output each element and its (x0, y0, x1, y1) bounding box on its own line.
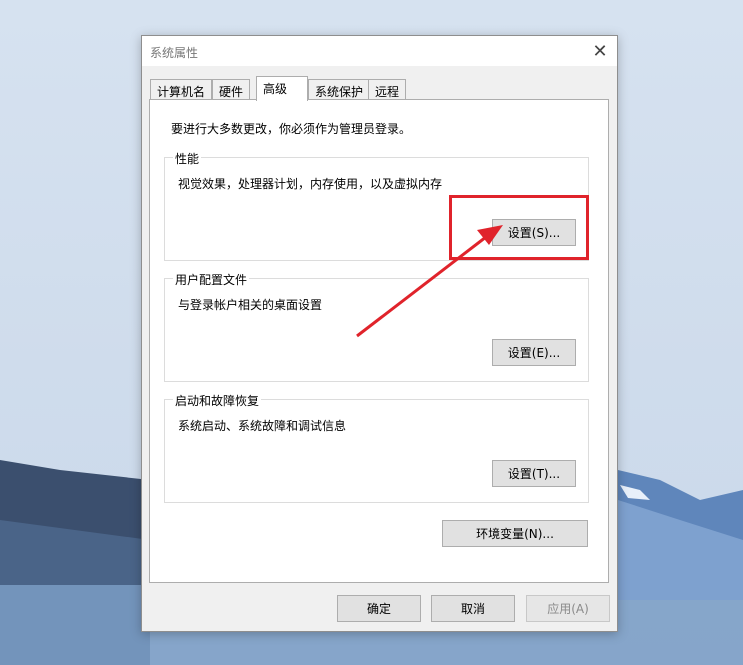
tab-hardware[interactable]: 硬件 (212, 79, 251, 99)
tab-remote[interactable]: 远程 (368, 79, 407, 99)
user-profiles-settings-button[interactable]: 设置(E)... (492, 339, 576, 366)
admin-note: 要进行大多数更改，你必须作为管理员登录。 (171, 122, 412, 136)
startup-recovery-settings-button[interactable]: 设置(T)... (492, 460, 576, 487)
window-title: 系统属性 (150, 46, 199, 60)
annotation-highlight-box (449, 195, 589, 260)
user-profiles-description: 与登录帐户相关的桌面设置 (178, 298, 323, 312)
performance-description: 视觉效果，处理器计划，内存使用，以及虚拟内存 (178, 177, 443, 191)
tab-advanced[interactable]: 高级 (256, 76, 308, 101)
close-icon[interactable]: ✕ (583, 36, 617, 66)
apply-button[interactable]: 应用(A) (526, 595, 610, 622)
tab-computer-name[interactable]: 计算机名 (150, 79, 213, 99)
title-bar: 系统属性 ✕ (142, 36, 617, 66)
tab-system-protection[interactable]: 系统保护 (308, 79, 371, 99)
system-properties-dialog: 系统属性 ✕ 计算机名 硬件 高级 系统保护 远程 要进行大多数更改，你必须作为… (141, 35, 618, 632)
startup-recovery-group: 启动和故障恢复 系统启动、系统故障和调试信息 设置(T)... (164, 392, 589, 503)
startup-recovery-group-title: 启动和故障恢复 (173, 392, 262, 409)
advanced-tab-panel: 要进行大多数更改，你必须作为管理员登录。 性能 视觉效果，处理器计划，内存使用，… (149, 99, 609, 583)
cancel-button[interactable]: 取消 (431, 595, 515, 622)
performance-group-title: 性能 (173, 150, 202, 167)
environment-variables-button[interactable]: 环境变量(N)... (442, 520, 588, 547)
startup-recovery-description: 系统启动、系统故障和调试信息 (178, 419, 347, 433)
user-profiles-group: 用户配置文件 与登录帐户相关的桌面设置 设置(E)... (164, 271, 589, 382)
tab-strip: 计算机名 硬件 高级 系统保护 远程 (150, 76, 610, 101)
user-profiles-group-title: 用户配置文件 (173, 271, 250, 288)
ok-button[interactable]: 确定 (337, 595, 421, 622)
